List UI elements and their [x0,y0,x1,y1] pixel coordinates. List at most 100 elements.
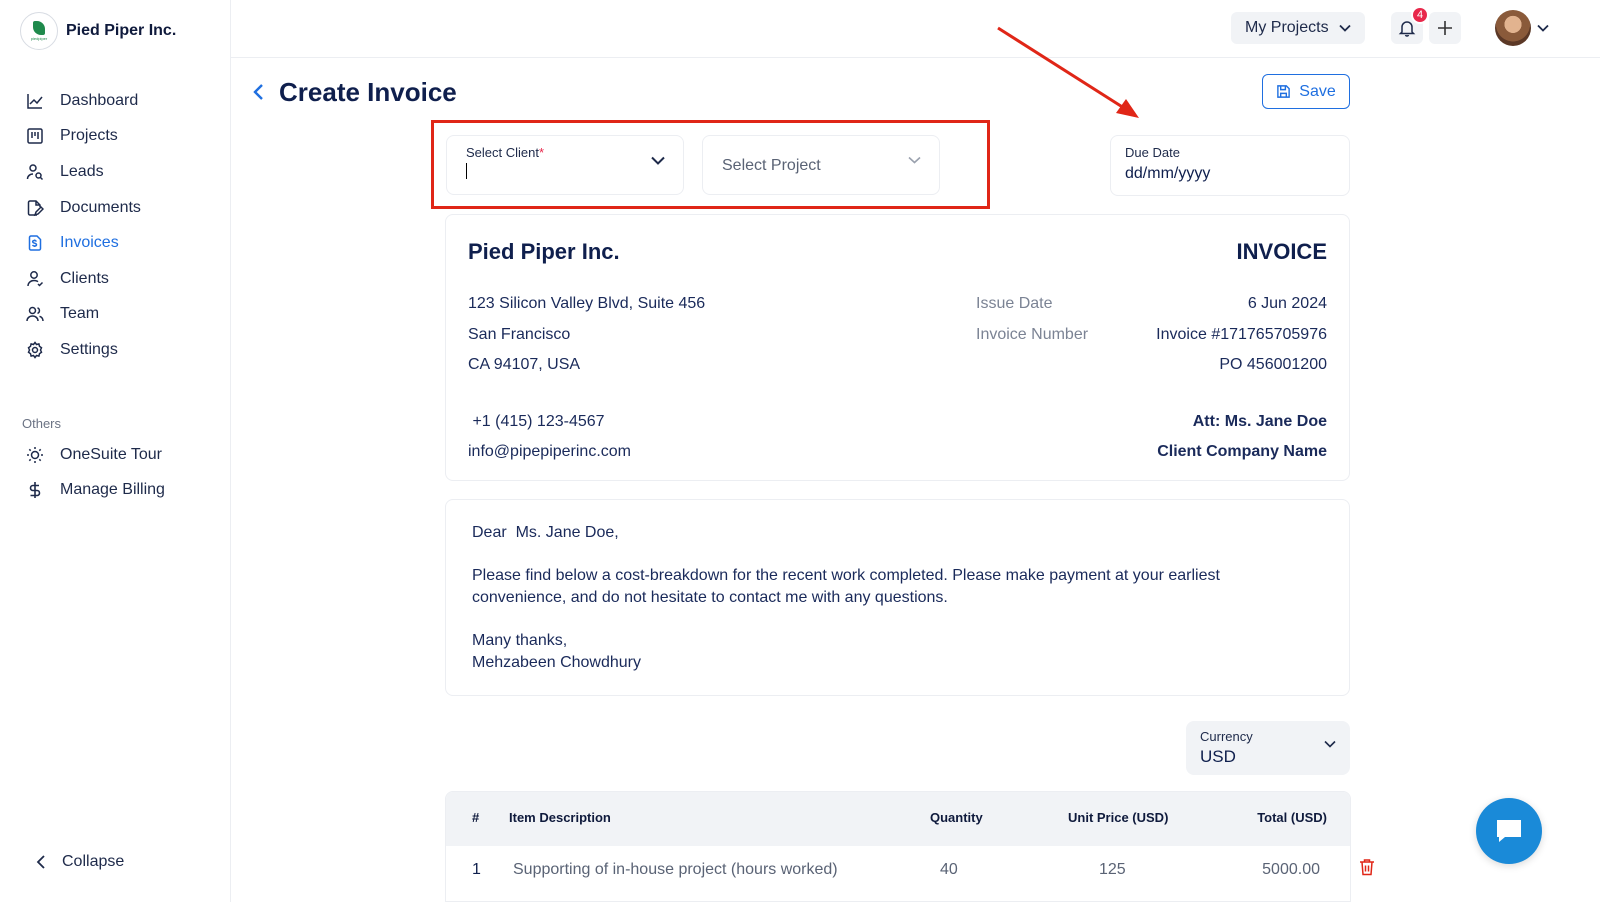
collapse-button[interactable]: Collapse [36,853,124,871]
chart-line-icon [24,90,46,112]
column-header-number: # [472,810,480,825]
invoice-heading: INVOICE [1236,239,1327,264]
row-description[interactable]: Supporting of in-house project (hours wo… [513,861,838,879]
user-search-icon [24,161,46,183]
sidebar-item-documents[interactable]: Documents [24,190,214,226]
currency-value: USD [1200,747,1236,766]
letter-body-line1: Please find below a cost-breakdown for t… [472,567,1220,584]
dollar-icon [24,479,46,501]
chevron-down-icon [1324,740,1336,748]
page-title: Create Invoice [279,77,457,107]
due-date-field[interactable]: Due Date dd/mm/yyyy [1110,135,1350,196]
document-edit-icon [24,197,46,219]
leaf-icon [33,21,45,35]
company-email: info@pipepiperinc.com [468,443,631,460]
po-number[interactable]: PO 456001200 [1219,356,1327,374]
chevron-left-icon [36,855,45,869]
sidebar-item-label: OneSuite Tour [60,445,162,463]
my-projects-label: My Projects [1245,19,1329,36]
invoice-company-name: Pied Piper Inc. [468,239,620,264]
company-address-line3: CA 94107, USA [468,356,581,373]
user-menu[interactable] [1495,10,1549,46]
sidebar-item-manage-billing[interactable]: Manage Billing [24,473,214,509]
annotation-highlight-box [431,120,990,209]
due-date-value: dd/mm/yyyy [1125,165,1211,182]
row-quantity[interactable]: 40 [940,861,958,879]
sidebar-others: OneSuite Tour Manage Billing [24,437,214,508]
brand-name: Pied Piper Inc. [66,22,177,39]
sidebar-item-settings[interactable]: Settings [24,332,214,368]
row-unit-price[interactable]: 125 [1099,861,1126,879]
company-address-line1: 123 Silicon Valley Blvd, Suite 456 [468,295,706,312]
chat-bubble-icon [1497,820,1521,842]
trash-icon[interactable] [1359,858,1375,876]
sidebar-item-label: Documents [60,198,141,216]
sidebar-item-clients[interactable]: Clients [24,261,214,297]
chevron-down-icon [1537,24,1549,32]
letter-signature: Mehzabeen Chowdhury [472,654,641,671]
sidebar-item-invoices[interactable]: Invoices [24,225,214,261]
items-table: # Item Description Quantity Unit Price (… [445,791,1351,902]
invoice-number-value[interactable]: Invoice #171765705976 [1156,326,1327,344]
gear-icon [24,339,46,361]
company-address-line2: San Francisco [468,326,571,343]
sidebar-item-projects[interactable]: Projects [24,119,214,155]
invoice-header-card: Pied Piper Inc. INVOICE 123 Silicon Vall… [445,214,1350,481]
sidebar-section-title: Others [22,416,62,431]
floppy-disk-icon [1277,85,1291,98]
my-projects-dropdown[interactable]: My Projects [1231,12,1365,44]
row-total: 5000.00 [1262,861,1320,878]
brand-logo-text: piedpiper [30,36,48,41]
letter-body-line2: convenience, and do not hesitate to cont… [472,589,948,606]
brand[interactable]: piedpiper Pied Piper Inc. [20,12,176,50]
chevron-down-icon [1338,24,1351,32]
invoice-icon [24,232,46,254]
issue-date-label: Issue Date [976,295,1053,312]
letter-closing: Many thanks, [472,632,568,649]
column-header-quantity: Quantity [930,810,983,825]
row-number: 1 [472,861,481,878]
letter-card[interactable]: Dear Ms. Jane Doe, Please find below a c… [445,499,1350,696]
save-button[interactable]: Save [1262,74,1350,109]
collapse-label: Collapse [62,853,125,870]
due-date-label: Due Date [1125,145,1180,160]
sidebar-item-label: Manage Billing [60,481,165,499]
avatar [1495,10,1531,46]
column-header-total: Total (USD) [1257,810,1327,825]
company-phone: +1 (415) 123-4567 [468,413,605,430]
chat-button[interactable] [1476,798,1542,864]
add-button[interactable] [1429,12,1461,44]
sidebar-item-leads[interactable]: Leads [24,154,214,190]
attention-name: Att: Ms. Jane Doe [1192,413,1327,430]
plus-icon [1438,21,1452,35]
users-icon [24,303,46,325]
sidebar: piedpiper Pied Piper Inc. Dashboard Proj… [0,0,231,902]
back-arrow-icon[interactable] [247,80,271,104]
sidebar-item-label: Clients [60,269,109,287]
notification-badge: 4 [1411,6,1429,24]
table-header: # Item Description Quantity Unit Price (… [446,792,1350,846]
sidebar-item-label: Team [60,305,100,323]
sidebar-item-team[interactable]: Team [24,297,214,333]
currency-select[interactable]: Currency USD [1186,721,1350,775]
column-header-description: Item Description [509,810,611,825]
issue-date-value: 6 Jun 2024 [1247,295,1327,312]
client-company-name: Client Company Name [1157,443,1327,460]
sidebar-item-label: Dashboard [60,91,139,109]
sidebar-item-label: Projects [60,127,118,145]
notifications-button[interactable]: 4 [1391,6,1429,44]
user-icon [24,268,46,290]
column-header-unit-price: Unit Price (USD) [1068,810,1169,825]
sidebar-item-label: Invoices [60,234,119,252]
topbar: My Projects 4 [231,0,1600,58]
sidebar-item-onesuite-tour[interactable]: OneSuite Tour [24,437,214,473]
kanban-icon [24,125,46,147]
sidebar-nav: Dashboard Projects Leads Documents Invoi… [24,83,214,368]
save-label: Save [1299,82,1336,100]
brand-logo: piedpiper [20,12,58,50]
letter-greeting: Dear Ms. Jane Doe, [472,524,619,541]
sun-icon [24,444,46,466]
sidebar-item-dashboard[interactable]: Dashboard [24,83,214,119]
sidebar-item-label: Settings [60,340,118,358]
currency-label: Currency [1200,729,1253,744]
